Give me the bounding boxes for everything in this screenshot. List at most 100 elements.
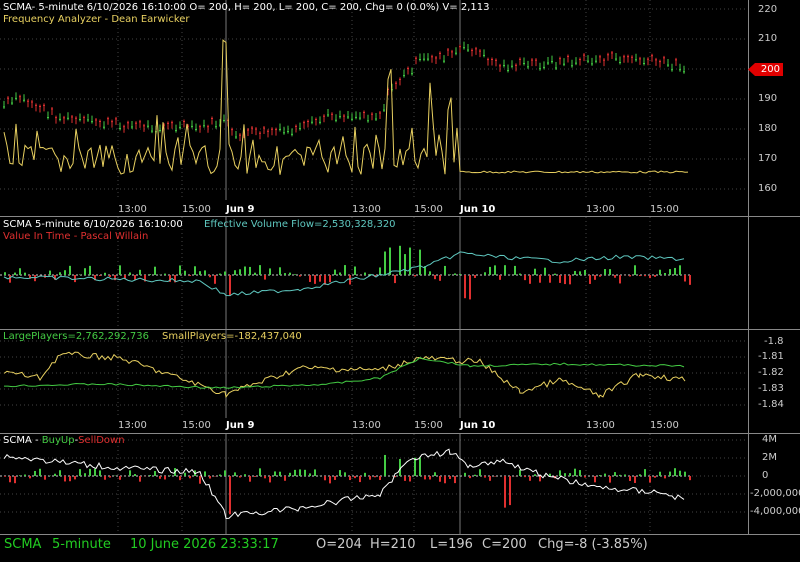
buysell-bar	[4, 476, 6, 477]
buysell-y-tick-neg4m: -4,000,000	[750, 506, 800, 517]
volume-bar	[219, 273, 221, 275]
buysell-bar	[404, 476, 406, 481]
volume-bar	[69, 265, 71, 275]
status-open: O=204	[316, 537, 362, 552]
volume-flow-indicator: Effective Volume Flow=2,530,328,320	[204, 219, 396, 230]
buysell-bar	[359, 476, 361, 483]
buysell-bar	[689, 476, 691, 481]
volume-bar	[319, 275, 321, 282]
status-close: C=200	[482, 537, 527, 552]
players-x-tick-jun9: Jun 9	[226, 420, 255, 431]
volume-bar	[139, 269, 141, 275]
buysell-bar	[469, 476, 471, 479]
buysell-bar	[439, 476, 441, 482]
volume-bar	[204, 270, 206, 275]
buysell-bar	[489, 476, 491, 481]
status-datetime: 10 June 2026 23:33:17	[130, 537, 279, 552]
buysell-bar	[54, 473, 56, 476]
buysell-bar	[204, 471, 206, 476]
buysell-bar	[679, 470, 681, 476]
buysell-bar	[244, 474, 246, 476]
volume-bar	[314, 275, 316, 284]
buysell-bar	[149, 475, 151, 476]
players-y-tick-3: -1.82	[758, 367, 784, 378]
volume-bar	[309, 275, 311, 282]
buysell-bar	[409, 476, 411, 482]
volume-bar	[619, 275, 621, 284]
buysell-bar	[634, 476, 636, 483]
players-y-tick-5: -1.84	[758, 399, 784, 410]
volume-bar	[99, 275, 101, 277]
volume-bar	[614, 275, 616, 278]
cumulative-flow-line	[3, 448, 685, 520]
volume-bar	[64, 270, 66, 275]
buysell-bar	[19, 475, 21, 476]
buyup-selldown-title: SCMA - BuyUp-SellDown	[3, 435, 125, 447]
buysell-bar	[644, 469, 646, 476]
buysell-bar	[614, 472, 616, 476]
buysell-bar	[564, 473, 566, 476]
volume-bar	[579, 271, 581, 275]
buysell-bar	[584, 476, 586, 478]
buysell-bar	[119, 476, 121, 480]
volume-bar	[224, 271, 226, 275]
buysell-bar	[179, 476, 181, 481]
buysell-bar	[274, 471, 276, 476]
buysell-bar	[454, 476, 456, 484]
buysell-bar	[324, 476, 326, 481]
small-players-label: SmallPlayers=-182,437,040	[162, 331, 302, 342]
volume-bar	[524, 275, 526, 281]
players-x-tick-1300-a: 13:00	[118, 420, 147, 431]
x-tick-1300-a: 13:00	[118, 204, 147, 215]
buysell-bar	[579, 470, 581, 476]
players-x-tick-1500-a: 15:00	[182, 420, 211, 431]
buysell-bar	[84, 473, 86, 476]
volume-bar	[634, 265, 636, 275]
volume-bar	[684, 275, 686, 282]
volume-bar	[569, 275, 571, 285]
buysell-bar	[534, 474, 536, 476]
players-x-tick-1300-c: 13:00	[586, 420, 615, 431]
volume-bar	[129, 272, 131, 275]
buysell-bar	[449, 476, 451, 480]
buyup-selldown-symbol: SCMA -	[3, 435, 42, 446]
volume-bar	[534, 268, 536, 275]
volume-bar	[649, 275, 651, 279]
buysell-bar	[44, 476, 46, 480]
volume-bar	[179, 265, 181, 275]
volume-bar	[414, 275, 416, 277]
volume-bar	[539, 275, 541, 283]
volume-bar	[259, 265, 261, 275]
volume-bar	[474, 275, 476, 278]
buysell-bar	[199, 476, 201, 484]
buysell-bar	[29, 476, 31, 479]
buysell-y-tick-neg2m: -2,000,000	[750, 488, 800, 499]
volume-bar	[109, 275, 111, 277]
y-tick-180: 180	[758, 123, 778, 134]
volume-bar	[549, 275, 551, 283]
volume-bar	[389, 247, 391, 275]
buysell-bar	[569, 473, 571, 476]
buysell-bar	[169, 475, 171, 476]
buysell-bar	[354, 476, 356, 479]
buysell-y-tick-2m: 2M	[762, 452, 777, 463]
buysell-bar	[654, 476, 656, 478]
buysell-bar	[334, 476, 336, 480]
volume-bar	[79, 274, 81, 275]
volume-bar	[689, 275, 691, 285]
volume-bar	[209, 275, 211, 278]
volume-bar	[339, 272, 341, 275]
volume-bar	[639, 275, 641, 277]
volume-bar	[519, 273, 521, 275]
volume-bar	[284, 273, 286, 275]
buysell-bar	[539, 476, 541, 482]
buysell-bar	[504, 476, 506, 508]
volume-bar	[49, 270, 51, 275]
buysell-bar	[89, 468, 91, 476]
price-chart	[0, 0, 748, 200]
volume-bar	[119, 265, 121, 275]
x-tick-1500-b: 15:00	[414, 204, 443, 215]
buysell-bar	[424, 476, 426, 480]
volume-bar	[444, 265, 446, 275]
buysell-bar	[444, 476, 446, 484]
